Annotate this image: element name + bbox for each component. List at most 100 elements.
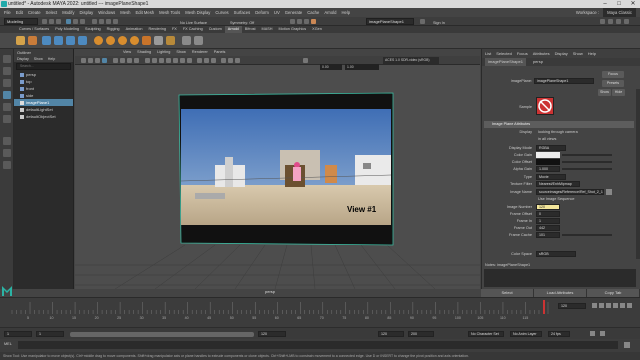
viewport-menu-show[interactable]: Show bbox=[176, 49, 186, 56]
image-number-field[interactable]: 120 bbox=[536, 204, 560, 210]
outliner-menu-display[interactable]: Display bbox=[17, 56, 29, 62]
frame-in-field[interactable]: 1 bbox=[536, 218, 560, 224]
shelf-tab-animation[interactable]: Animation bbox=[123, 26, 146, 33]
toon-shader-icon[interactable] bbox=[154, 36, 163, 45]
node-tab-imageplaneshape1[interactable]: imagePlaneShape1 bbox=[485, 58, 526, 66]
shelf-tab-xgen[interactable]: XGen bbox=[309, 26, 325, 33]
current-frame-field[interactable]: 120 bbox=[558, 303, 586, 309]
toggle-attribute-editor-icon[interactable] bbox=[608, 19, 613, 24]
shelf-tab-curves-surfaces[interactable]: Curves / Surfaces bbox=[16, 26, 52, 33]
new-scene-icon[interactable] bbox=[42, 19, 47, 24]
xray-icon[interactable] bbox=[228, 58, 233, 63]
attr-menu-help[interactable]: Help bbox=[588, 49, 596, 58]
copy-tab-button[interactable]: Copy Tab bbox=[587, 289, 640, 297]
color-space-dropdown[interactable]: ACES 1.0 SDR-video (sRGB) bbox=[383, 57, 439, 64]
snap-grid-icon[interactable] bbox=[92, 19, 97, 24]
texture-filter-dropdown[interactable]: Nearest/EnhMipmap bbox=[536, 181, 580, 187]
close-icon[interactable]: ✕ bbox=[626, 0, 640, 8]
playback-start-field[interactable]: 1 bbox=[36, 331, 64, 337]
menu-windows[interactable]: Windows bbox=[98, 8, 115, 17]
frame-cache-field[interactable]: 101 bbox=[536, 232, 560, 238]
shelf-tab-rigging[interactable]: Rigging bbox=[104, 26, 123, 33]
image-plane-attributes-section[interactable]: Image Plane Attributes bbox=[484, 121, 634, 128]
command-input[interactable] bbox=[18, 341, 618, 349]
shadows-icon[interactable] bbox=[187, 58, 192, 63]
select-object-icon[interactable] bbox=[73, 19, 78, 24]
time-slider[interactable]: 5 10 15 20 25 30 35 40 45 50 55 60 65 70 75 80 85 90 95 100… bbox=[0, 297, 640, 327]
menu-mesh-display[interactable]: Mesh Display bbox=[185, 8, 210, 17]
select-hierarchy-icon[interactable] bbox=[66, 19, 71, 24]
use-all-lights-icon[interactable] bbox=[180, 58, 185, 63]
menu-arnold[interactable]: Arnold bbox=[324, 8, 336, 17]
ipr-render-icon[interactable] bbox=[297, 19, 302, 24]
frame-out-field[interactable]: 442 bbox=[536, 225, 560, 231]
outliner-item-default-light-set[interactable]: defaultLightSet bbox=[14, 106, 73, 113]
select-tool-icon[interactable] bbox=[3, 55, 11, 63]
wireframe-on-shaded-icon[interactable] bbox=[166, 58, 171, 63]
type-dropdown[interactable]: Movie bbox=[536, 174, 566, 180]
outliner-item-front[interactable]: front bbox=[14, 85, 73, 92]
export-ass-icon[interactable] bbox=[194, 36, 203, 45]
node-tab-persp[interactable]: persp bbox=[529, 58, 546, 66]
image-name-field[interactable]: sourceimages/Reference/Ref_Shot_2_1.mov bbox=[536, 189, 604, 195]
bookmark-icon[interactable] bbox=[95, 58, 100, 63]
snap-curve-icon[interactable] bbox=[99, 19, 104, 24]
color-offset-swatch[interactable] bbox=[536, 159, 560, 165]
four-view-layout-icon[interactable] bbox=[3, 149, 11, 157]
anim-layer-dropdown[interactable]: No Anim Layer bbox=[510, 331, 542, 337]
single-perspective-layout-icon[interactable] bbox=[3, 137, 11, 145]
step-back-icon[interactable] bbox=[599, 303, 604, 308]
isolate-select-icon[interactable] bbox=[221, 58, 226, 63]
move-tool-icon[interactable] bbox=[3, 91, 11, 99]
menu-deform[interactable]: Deform bbox=[255, 8, 269, 17]
start-time-field[interactable]: 1 bbox=[4, 331, 32, 337]
shelf-tab-custom[interactable]: Custom bbox=[206, 26, 225, 33]
shelf-tab-arnold[interactable]: Arnold bbox=[224, 26, 242, 33]
hide-button[interactable]: Hide bbox=[612, 89, 625, 96]
menu-edit-mesh[interactable]: Edit Mesh bbox=[136, 8, 155, 17]
attr-menu-focus[interactable]: Focus bbox=[517, 49, 528, 58]
select-component-icon[interactable] bbox=[80, 19, 85, 24]
command-lang-label[interactable]: MEL bbox=[4, 342, 12, 346]
go-to-start-icon[interactable] bbox=[592, 303, 597, 308]
animation-preferences-icon[interactable] bbox=[600, 331, 605, 336]
volume-shader-icon[interactable] bbox=[118, 36, 127, 45]
load-attributes-button[interactable]: Load Attributes bbox=[534, 289, 587, 297]
play-forward-icon[interactable] bbox=[613, 303, 618, 308]
shelf-tab-motion-graphics[interactable]: Motion Graphics bbox=[276, 26, 310, 33]
standard-hair-icon[interactable] bbox=[106, 36, 115, 45]
menu-surfaces[interactable]: Surfaces bbox=[234, 8, 251, 17]
folder-icon[interactable] bbox=[606, 189, 612, 195]
outliner-item-persp[interactable]: persp bbox=[14, 71, 73, 78]
menu-file[interactable]: File bbox=[4, 8, 11, 17]
toggle-channel-box-icon[interactable] bbox=[624, 19, 629, 24]
snap-plane-icon[interactable] bbox=[113, 19, 118, 24]
object-name-field[interactable]: imagePlaneShape1 bbox=[366, 18, 414, 25]
render-icon[interactable] bbox=[290, 19, 295, 24]
lambert-icon[interactable] bbox=[142, 36, 151, 45]
menu-mesh[interactable]: Mesh bbox=[120, 8, 130, 17]
grid-toggle-icon[interactable] bbox=[113, 58, 118, 63]
wireframe-icon[interactable] bbox=[145, 58, 150, 63]
focus-button[interactable]: Focus bbox=[602, 71, 624, 78]
menu-display[interactable]: Display bbox=[80, 8, 94, 17]
play-back-icon[interactable] bbox=[606, 303, 611, 308]
attr-scrollbar[interactable] bbox=[636, 89, 640, 259]
textured-icon[interactable] bbox=[173, 58, 178, 63]
paint-select-tool-icon[interactable] bbox=[3, 79, 11, 87]
show-button[interactable]: Show bbox=[598, 89, 611, 96]
shelf-tab-rendering[interactable]: Rendering bbox=[145, 26, 169, 33]
toggle-modeling-toolkit-icon[interactable] bbox=[600, 19, 605, 24]
menu-curves[interactable]: Curves bbox=[215, 8, 228, 17]
outliner-item-imageplane1[interactable]: imagePlane1 bbox=[14, 99, 73, 106]
end-time-field[interactable]: 120 bbox=[378, 331, 404, 337]
alpha-gain-field[interactable]: 1.000 bbox=[536, 166, 560, 172]
shelf-tab-poly-modeling[interactable]: Poly Modeling bbox=[52, 26, 82, 33]
lasso-tool-icon[interactable] bbox=[3, 67, 11, 75]
node-name-field[interactable]: imagePlaneShape1 bbox=[534, 78, 594, 84]
xray-joints-icon[interactable] bbox=[235, 58, 240, 63]
playback-end-field[interactable]: 120 bbox=[258, 331, 286, 337]
camera-attributes-icon[interactable] bbox=[88, 58, 93, 63]
character-set-dropdown[interactable]: No Character Set bbox=[468, 331, 504, 337]
select-button[interactable]: Select bbox=[481, 289, 534, 297]
